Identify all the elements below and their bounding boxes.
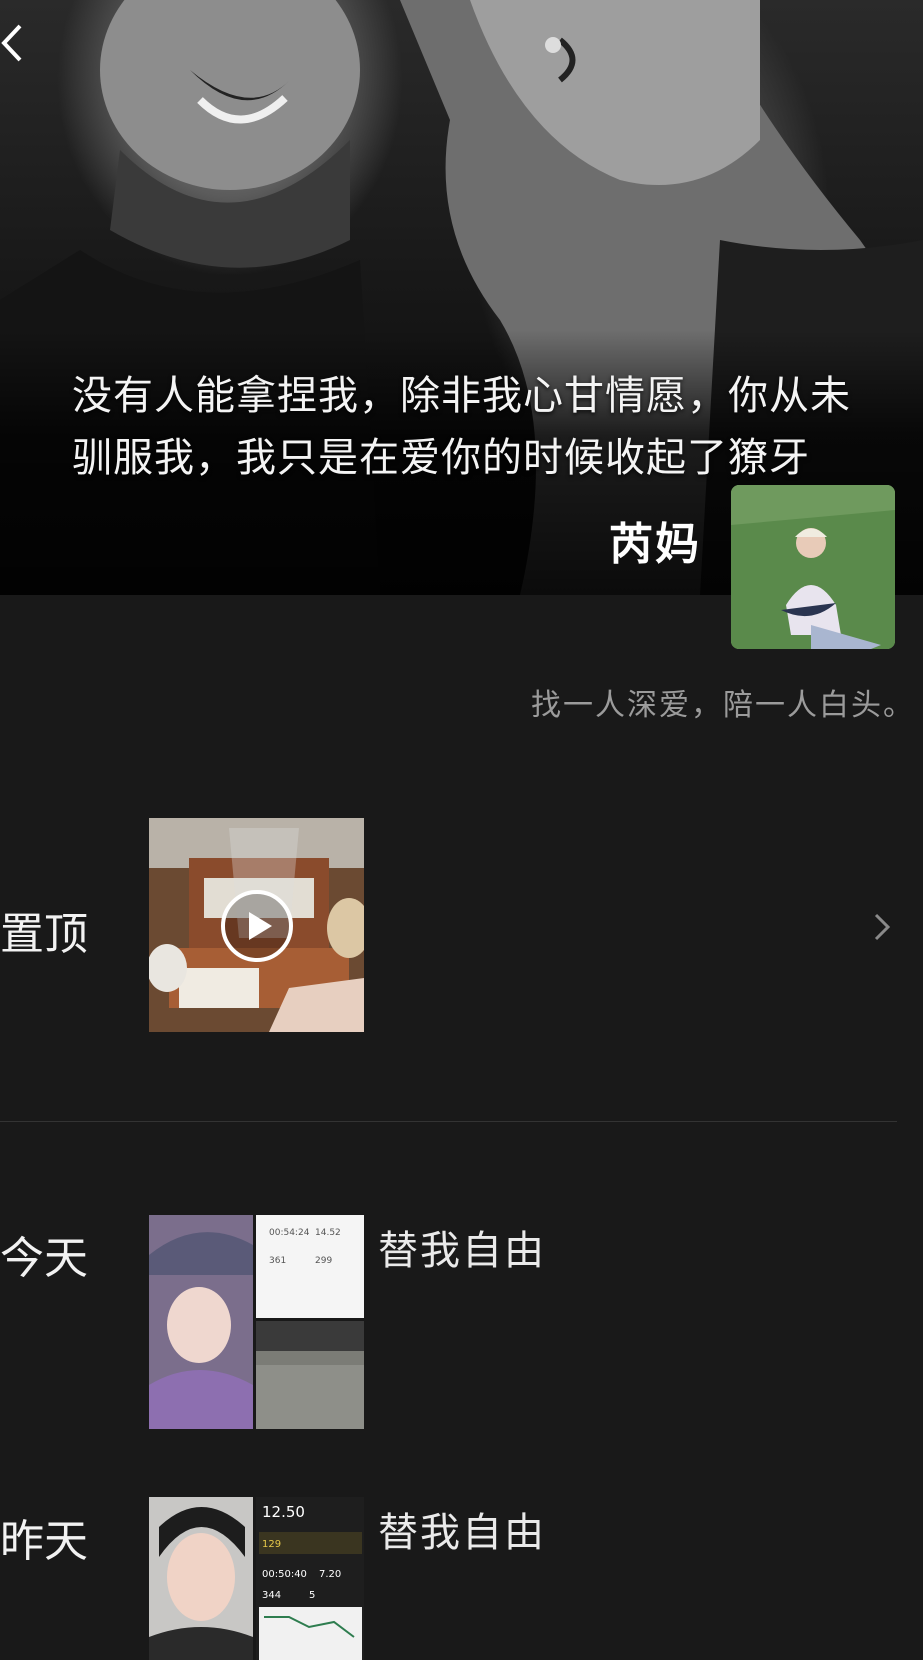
pinned-label: 置顶 (0, 909, 88, 960)
chevron-right-icon (874, 913, 891, 941)
pinned-video-thumbnail[interactable] (149, 818, 364, 1032)
yesterday-image-grid: 12.50 129 00:50:40 7.20 344 5 (149, 1497, 364, 1660)
back-arrow-icon (1, 24, 22, 62)
profile-name: 芮妈 (609, 519, 701, 570)
run-distance: 12.50 (262, 1503, 305, 1521)
back-button[interactable] (0, 18, 40, 68)
run-count: 5 (309, 1590, 315, 1601)
run-steps: 344 (262, 1590, 281, 1601)
run-pace: 129 (262, 1539, 281, 1550)
avatar-photo (731, 485, 895, 649)
today-image-grid: 00:54:24 14.52 361 299 (149, 1215, 364, 1429)
today-post-text: 替我自由 (378, 1228, 546, 1274)
stats-cal: 361 (269, 1256, 286, 1266)
pinned-more-chevron[interactable] (872, 912, 892, 942)
stats-value: 14.52 (315, 1228, 341, 1238)
yesterday-post-text: 替我自由 (378, 1510, 546, 1556)
play-icon[interactable] (219, 888, 295, 964)
cover-quote: 没有人能拿捏我，除非我心甘情愿，你从未 驯服我，我只是在爱你的时候收起了獠牙 (72, 365, 892, 489)
profile-signature: 找一人深爱，陪一人白头。 (531, 688, 915, 723)
avatar[interactable] (731, 485, 895, 649)
cover-quote-line: 驯服我，我只是在爱你的时候收起了獠牙 (72, 435, 810, 481)
yesterday-post-images[interactable]: 12.50 129 00:50:40 7.20 344 5 (149, 1497, 364, 1660)
section-divider (0, 1121, 897, 1122)
date-label-today: 今天 (0, 1233, 88, 1284)
run-duration: 00:50:40 (262, 1569, 307, 1580)
cover-quote-line: 没有人能拿捏我，除非我心甘情愿，你从未 (72, 373, 851, 419)
stats-time: 00:54:24 (269, 1228, 310, 1238)
date-label-yesterday: 昨天 (0, 1516, 88, 1567)
today-post-images[interactable]: 00:54:24 14.52 361 299 (149, 1215, 364, 1429)
stats-other: 299 (315, 1256, 332, 1266)
run-speed: 7.20 (319, 1569, 341, 1580)
